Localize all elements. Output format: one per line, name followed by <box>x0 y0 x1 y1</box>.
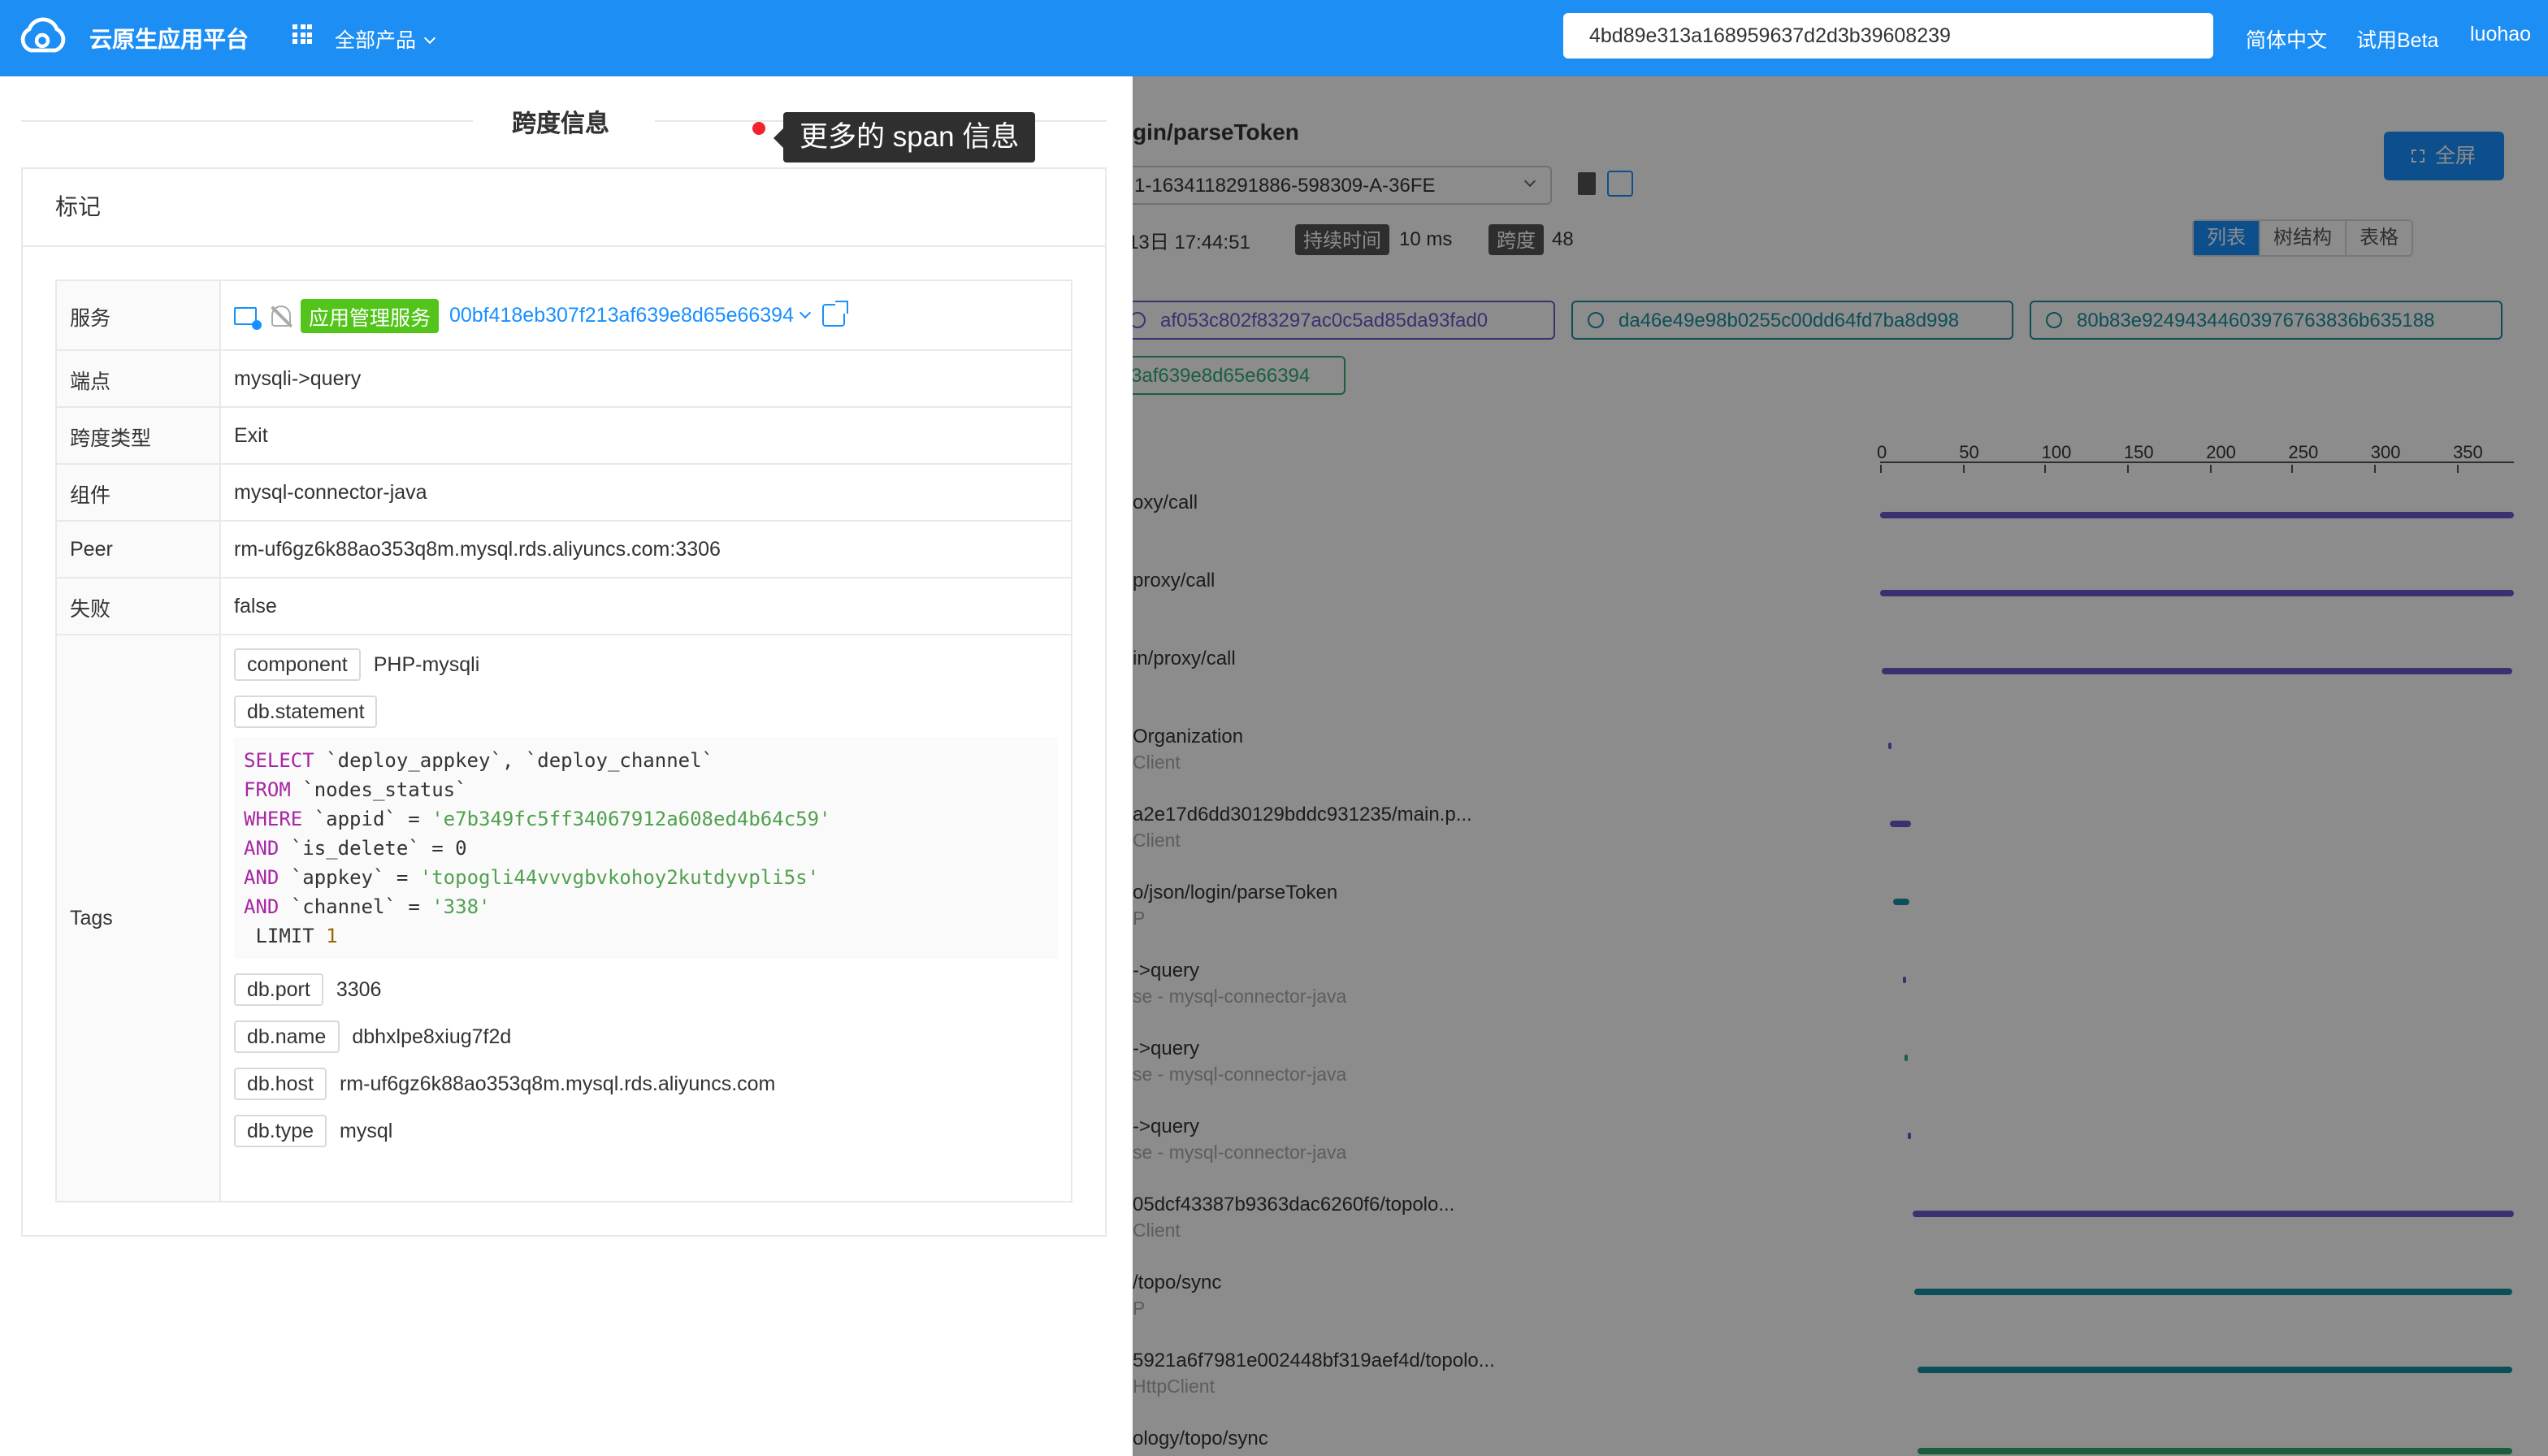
row-key: 端点 <box>55 349 221 408</box>
all-products-label: 全部产品 <box>335 29 417 52</box>
tag-value: 3306 <box>336 978 382 1001</box>
table-row: 失败 false <box>55 577 1072 635</box>
row-value: Exit <box>219 406 1072 465</box>
divider <box>21 120 473 122</box>
service-id: 00bf418eb307f213af639e8d65e66394 <box>448 304 794 327</box>
card-title: 标记 <box>23 169 1105 247</box>
search-input[interactable]: 4bd89e313a168959637d2d3b39608239 <box>1563 13 2213 58</box>
sql-token: 'topogli44vvvgbvkohoy2kutdyvpli5s' <box>419 866 820 889</box>
sql-token: AND <box>244 895 280 918</box>
drawer-mask[interactable] <box>1133 76 2548 1456</box>
chevron-down-icon <box>423 32 436 45</box>
tag-key: db.host <box>234 1068 327 1100</box>
tag-key: db.type <box>234 1115 327 1147</box>
tag-value: dbhxlpe8xiug7f2d <box>352 1025 512 1048</box>
table-row: 跨度类型 Exit <box>55 406 1072 465</box>
tag-key: db.port <box>234 973 323 1006</box>
row-value: 应用管理服务 00bf418eb307f213af639e8d65e66394 <box>219 280 1072 351</box>
tag-item: component PHP-mysqli <box>234 648 1071 681</box>
tag-key: db.statement <box>234 696 378 728</box>
table-row: 服务 应用管理服务 00bf418eb307f213af639e8d65e663… <box>55 280 1072 351</box>
row-key: Peer <box>55 520 221 578</box>
sql-token: AND <box>244 837 280 860</box>
row-value: mysqli->query <box>219 349 1072 408</box>
row-value: mysql-connector-java <box>219 463 1072 522</box>
cloud-logo-icon[interactable] <box>18 16 67 55</box>
row-value: false <box>219 577 1072 635</box>
sql-token: `deploy_appkey`, `deploy_channel` <box>314 749 713 772</box>
more-span-info-tooltip: 更多的 span 信息 <box>773 112 1036 162</box>
tag-item: db.type mysql <box>234 1115 1071 1147</box>
service-tag: 应用管理服务 <box>300 298 439 332</box>
tag-value: PHP-mysqli <box>373 653 480 676</box>
drawer-title: 跨度信息 <box>512 110 610 138</box>
sql-token: 'e7b349fc5ff34067912a608ed4b64c59' <box>431 808 831 830</box>
row-key: 服务 <box>55 280 221 351</box>
service-id-dropdown[interactable]: 00bf418eb307f213af639e8d65e66394 <box>448 304 811 327</box>
tag-item: db.name dbhxlpe8xiug7f2d <box>234 1020 1071 1053</box>
span-info-drawer: 跨度信息 更多的 span 信息 标记 服务 应用管理服务 00bf418eb3… <box>0 76 1133 1456</box>
sql-token: LIMIT <box>244 925 327 947</box>
all-products-menu[interactable]: 全部产品 <box>335 23 436 54</box>
sql-token: 1 <box>326 925 338 947</box>
sql-token: `appid` = <box>302 808 432 830</box>
table-row: Tags component PHP-mysqli db.statement SE… <box>55 634 1072 1202</box>
beta-link[interactable]: 试用Beta <box>2356 23 2438 54</box>
external-link-icon[interactable] <box>821 301 848 327</box>
sql-token: FROM <box>244 778 291 801</box>
tag-value: rm-uf6gz6k88ao353q8m.mysql.rds.aliyuncs.… <box>340 1072 776 1095</box>
service-monitor-icon <box>234 306 262 329</box>
row-key: 组件 <box>55 463 221 522</box>
tag-item: db.port 3306 <box>234 973 1071 1006</box>
row-key: 失败 <box>55 577 221 635</box>
tags-value: component PHP-mysqli db.statement SELECT … <box>219 634 1072 1202</box>
apps-grid-icon[interactable] <box>292 24 312 44</box>
sql-token: `channel` = <box>279 895 432 918</box>
sql-statement: SELECT `deploy_appkey`, `deploy_channel`… <box>234 738 1058 959</box>
alarm-off-icon <box>271 305 292 326</box>
table-row: 组件 mysql-connector-java <box>55 463 1072 522</box>
table-row: 端点 mysqli->query <box>55 349 1072 408</box>
tags-card: 标记 服务 应用管理服务 00bf418eb307f213af639e8d65e… <box>21 167 1107 1237</box>
tag-value: mysql <box>340 1120 393 1142</box>
more-info-dot[interactable] <box>752 122 765 135</box>
row-key: 跨度类型 <box>55 406 221 465</box>
chevron-down-icon <box>798 306 811 319</box>
user-menu[interactable]: luohao <box>2470 23 2531 46</box>
table-row: Peer rm-uf6gz6k88ao353q8m.mysql.rds.aliyu… <box>55 520 1072 578</box>
span-details-table: 服务 应用管理服务 00bf418eb307f213af639e8d65e663… <box>55 280 1072 1202</box>
tag-key: component <box>234 648 361 681</box>
language-switch[interactable]: 简体中文 <box>2246 23 2327 54</box>
row-key: Tags <box>55 634 221 1202</box>
tag-key: db.name <box>234 1020 340 1053</box>
tag-item: db.statement <box>234 696 1071 728</box>
sql-token: SELECT <box>244 749 314 772</box>
brand-title[interactable]: 云原生应用平台 <box>89 23 249 55</box>
sql-token: WHERE <box>244 808 303 830</box>
sql-token: '338' <box>431 895 491 918</box>
sql-token: `nodes_status` <box>290 778 467 801</box>
top-navbar: 云原生应用平台 全部产品 4bd89e313a168959637d2d3b396… <box>0 0 2548 76</box>
sql-token: `is_delete` = 0 <box>279 837 467 860</box>
row-value: rm-uf6gz6k88ao353q8m.mysql.rds.aliyuncs.… <box>219 520 1072 578</box>
sql-token: AND <box>244 866 280 889</box>
sql-token: `appkey` = <box>279 866 420 889</box>
tag-item: db.host rm-uf6gz6k88ao353q8m.mysql.rds.al… <box>234 1068 1071 1100</box>
